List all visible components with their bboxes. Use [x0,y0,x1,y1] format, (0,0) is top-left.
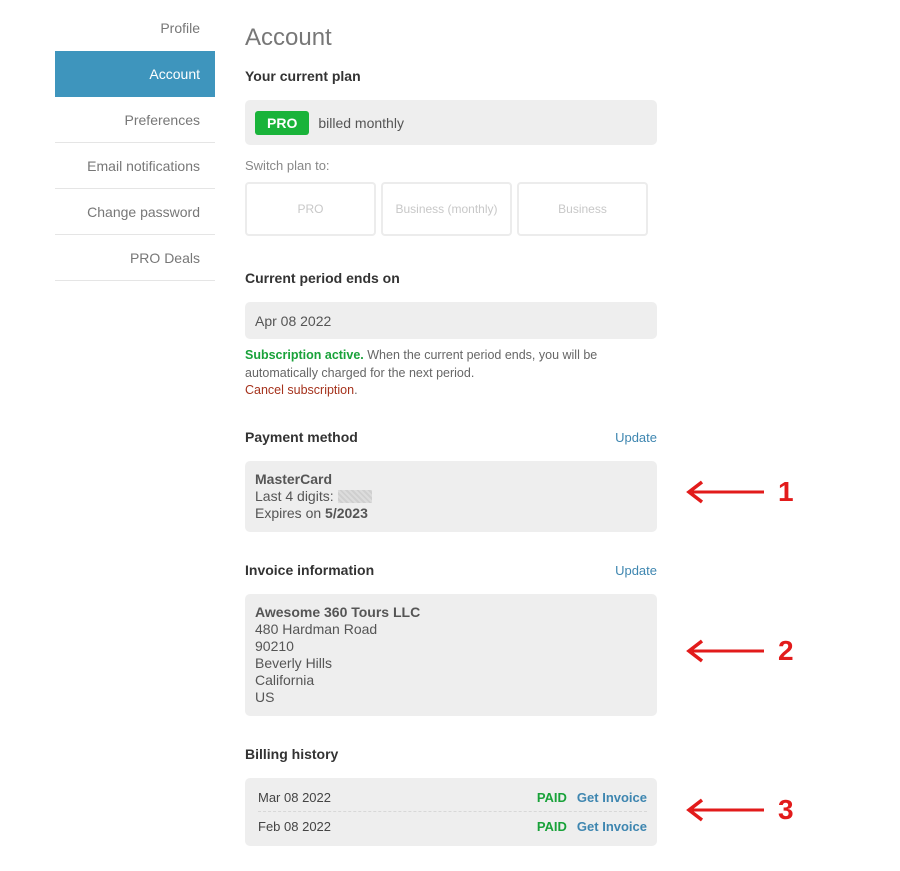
billing-row: Feb 08 2022 PAID Get Invoice [258,812,647,840]
annotation-number: 2 [778,635,794,666]
left-arrow-icon [686,798,764,822]
billing-history-box: Mar 08 2022 PAID Get Invoice Feb 08 2022… [245,778,657,846]
invoice-update-link[interactable]: Update [615,563,657,578]
cancel-subscription-link[interactable]: Cancel subscription [245,383,354,397]
invoice-company: Awesome 360 Tours LLC [255,604,421,620]
settings-sidebar: Profile Account Preferences Email notifi… [55,5,215,281]
sidebar-item-email-notifications[interactable]: Email notifications [55,143,215,189]
paid-status: PAID [536,790,567,805]
cancel-suffix: . [354,383,358,397]
plan-badge: PRO [255,110,310,135]
sidebar-item-preferences[interactable]: Preferences [55,97,215,143]
billing-date: Mar 08 2022 [258,790,331,805]
subscription-active-label: Subscription active. [245,348,364,362]
invoice-info-heading: Invoice information [245,562,375,578]
payment-method-box: MasterCard Last 4 digits: Expires on 5/2… [245,461,657,532]
get-invoice-link[interactable]: Get Invoice [577,819,647,834]
switch-plan-label: Switch plan to: [245,158,330,173]
get-invoice-link[interactable]: Get Invoice [577,790,647,805]
plan-options: PRO Business (monthly) Business [245,182,648,236]
billing-date: Feb 08 2022 [258,818,332,834]
invoice-info-box: Awesome 360 Tours LLC 480 Hardman Road 9… [245,594,657,716]
switch-plan-business-button[interactable]: Business [517,182,648,236]
switch-plan-pro-button[interactable]: PRO [245,182,376,236]
expires-label: Expires on [255,505,322,521]
invoice-address-line: 480 Hardman Road [255,621,378,637]
expires-value: 5/2023 [325,505,368,521]
left-arrow-icon [686,480,764,504]
sidebar-item-profile[interactable]: Profile [55,5,215,51]
invoice-city: Beverly Hills [255,655,333,671]
annotation-2: 2 [684,636,794,666]
sidebar-item-account[interactable]: Account [55,51,215,97]
sidebar-item-change-password[interactable]: Change password [55,189,215,235]
billing-history-heading: Billing history [245,746,339,762]
sidebar-item-pro-deals[interactable]: PRO Deals [55,235,215,281]
annotation-3: 3 [684,795,794,825]
switch-plan-business-monthly-button[interactable]: Business (monthly) [381,182,512,236]
annotation-number: 3 [778,794,794,825]
current-plan-box: PRO billed monthly [245,100,657,145]
period-end-date: Apr 08 2022 [245,302,657,339]
plan-billing-text: billed monthly [318,114,404,131]
last4-label: Last 4 digits: [255,488,334,504]
card-brand: MasterCard [255,471,333,487]
paid-status: PAID [536,818,567,834]
subscription-status: Subscription active. When the current pe… [245,347,657,400]
current-plan-heading: Your current plan [245,68,361,84]
period-heading: Current period ends on [245,270,400,286]
annotation-number: 1 [778,476,794,507]
invoice-country: US [255,689,275,705]
page-title: Account [245,24,332,51]
annotation-1: 1 [684,477,794,507]
payment-method-heading: Payment method [245,429,358,445]
invoice-zip: 90210 [255,638,294,654]
payment-update-link[interactable]: Update [615,430,657,445]
invoice-state: California [255,672,315,688]
left-arrow-icon [686,639,764,663]
redacted-digits [337,490,372,503]
billing-row: Mar 08 2022 PAID Get Invoice [258,784,647,812]
